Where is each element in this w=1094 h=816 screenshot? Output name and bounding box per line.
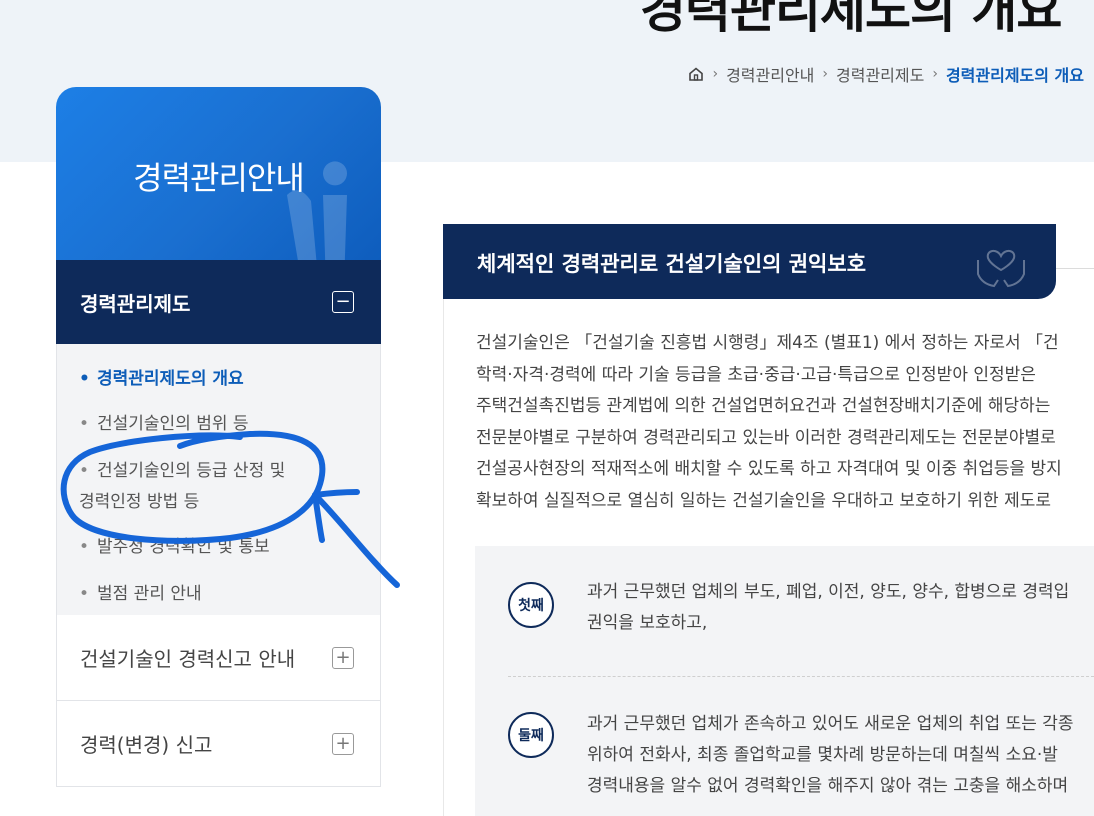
sidebar-subitem-label: 경력인정 방법 등 (79, 492, 200, 512)
point-badge-first: 첫째 (508, 582, 554, 628)
point-line: 과거 근무했던 업체의 부도, 폐업, 이전, 양도, 양수, 합병으로 경력입 (587, 582, 1070, 602)
sidebar: 경력관리안내 경력관리제도 − 경력관리제도의 개요 건설기술인의 범위 등 건… (56, 87, 381, 816)
sidebar-title: 경력관리안내 (133, 159, 305, 197)
point-badge-second: 둘째 (508, 712, 554, 758)
paragraph-line: 확보하여 실질적으로 열심히 일하는 건설기술인을 우대하고 보호하기 위한 제… (476, 490, 1051, 511)
divider (1056, 268, 1094, 269)
divider (508, 676, 1094, 677)
paragraph-line: 건설기술인은 「건설기술 진흥법 시행령」제4조 (별표1) 에서 정하는 자로… (476, 333, 1059, 353)
sidebar-subitem-penalty[interactable]: 벌점 관리 안내 (57, 579, 380, 610)
breadcrumb: › 경력관리안내 › 경력관리제도 › 경력관리제도의 개요 (688, 62, 1084, 86)
breadcrumb-current: 경력관리제도의 개요 (945, 66, 1084, 85)
intro-paragraph: 건설기술인은 「건설기술 진흥법 시행령」제4조 (별표1) 에서 정하는 자로… (476, 328, 1094, 518)
chevron-right-icon: › (712, 66, 719, 82)
hands-heart-icon (977, 250, 1025, 288)
point-line: 위하여 전화사, 최종 졸업학교를 몇차례 방문하는데 며칠씩 소요·발 (587, 745, 1058, 765)
page-title: 경력관리제도의 개요 (640, 0, 1062, 39)
paragraph-line: 학력·자격·경력에 따라 기술 등급을 초급·중급·고급·특급으로 인정받아 인… (476, 364, 1036, 385)
home-icon[interactable] (688, 66, 704, 82)
collapse-icon[interactable]: − (332, 291, 354, 313)
chevron-right-icon: › (822, 66, 828, 82)
sidebar-menu-label: 경력관리제도 (80, 291, 191, 316)
sidebar-submenu: 경력관리제도의 개요 건설기술인의 범위 등 건설기술인의 등급 산정 및 경력… (56, 344, 381, 615)
sidebar-subitem-grading[interactable]: 건설기술인의 등급 산정 및 경력인정 방법 등 (57, 456, 380, 518)
divider (443, 299, 444, 816)
paragraph-line: 주택건설촉진법등 관계법에 의한 건설업면허요건과 건설현장배치기준에 해당하는 (476, 396, 1051, 417)
point-line: 권익을 보호하고, (587, 613, 708, 633)
sidebar-subitem-client-confirm[interactable]: 발주청 경력확인 및 통보 (57, 532, 380, 563)
section-title: 체계적인 경력관리로 건설기술인의 권익보호 (477, 252, 867, 276)
expand-icon[interactable]: + (332, 646, 354, 669)
sidebar-subitem-label: 건설기술인의 등급 산정 및 (97, 461, 286, 481)
point-text-first: 과거 근무했던 업체의 부도, 폐업, 이전, 양도, 양수, 합병으로 경력입… (587, 577, 1069, 639)
breadcrumb-item[interactable]: 경력관리안내 (726, 62, 814, 86)
expand-icon[interactable]: + (332, 732, 354, 755)
point-line: 경력내용을 알수 없어 경력확인을 해주지 않아 겪는 고충을 해소하며 (587, 776, 1069, 796)
point-text-second: 과거 근무했던 업체가 존속하고 있어도 새로운 업체의 취업 또는 각종 위하… (587, 709, 1074, 802)
points-box: 첫째 과거 근무했던 업체의 부도, 폐업, 이전, 양도, 양수, 합병으로 … (475, 546, 1094, 816)
chevron-right-icon: › (932, 66, 938, 82)
sidebar-subitem-scope[interactable]: 건설기술인의 범위 등 (57, 409, 380, 440)
sidebar-menu-career-change[interactable]: 경력(변경) 신고 + (56, 701, 381, 787)
paragraph-line: 전문분야별로 구분하여 경력관리되고 있는바 이러한 경력관리제도는 전문분야별… (476, 427, 1056, 448)
sidebar-subitem-overview[interactable]: 경력관리제도의 개요 (57, 364, 380, 395)
sidebar-menu-label: 건설기술인 경력신고 안내 (80, 647, 296, 671)
sidebar-menu-career-system[interactable]: 경력관리제도 − (56, 260, 381, 344)
point-line: 과거 근무했던 업체가 존속하고 있어도 새로운 업체의 취업 또는 각종 (587, 714, 1074, 734)
breadcrumb-item[interactable]: 경력관리제도 (836, 62, 924, 86)
section-header: 체계적인 경력관리로 건설기술인의 권익보호 (443, 224, 1056, 299)
paragraph-line: 건설공사현장의 적재적소에 배치할 수 있도록 하고 자격대여 및 이중 취업등… (476, 459, 1062, 480)
sidebar-menu-report-guide[interactable]: 건설기술인 경력신고 안내 + (56, 615, 381, 701)
sidebar-menu-label: 경력(변경) 신고 (80, 733, 213, 757)
sidebar-header: 경력관리안내 (56, 87, 381, 260)
